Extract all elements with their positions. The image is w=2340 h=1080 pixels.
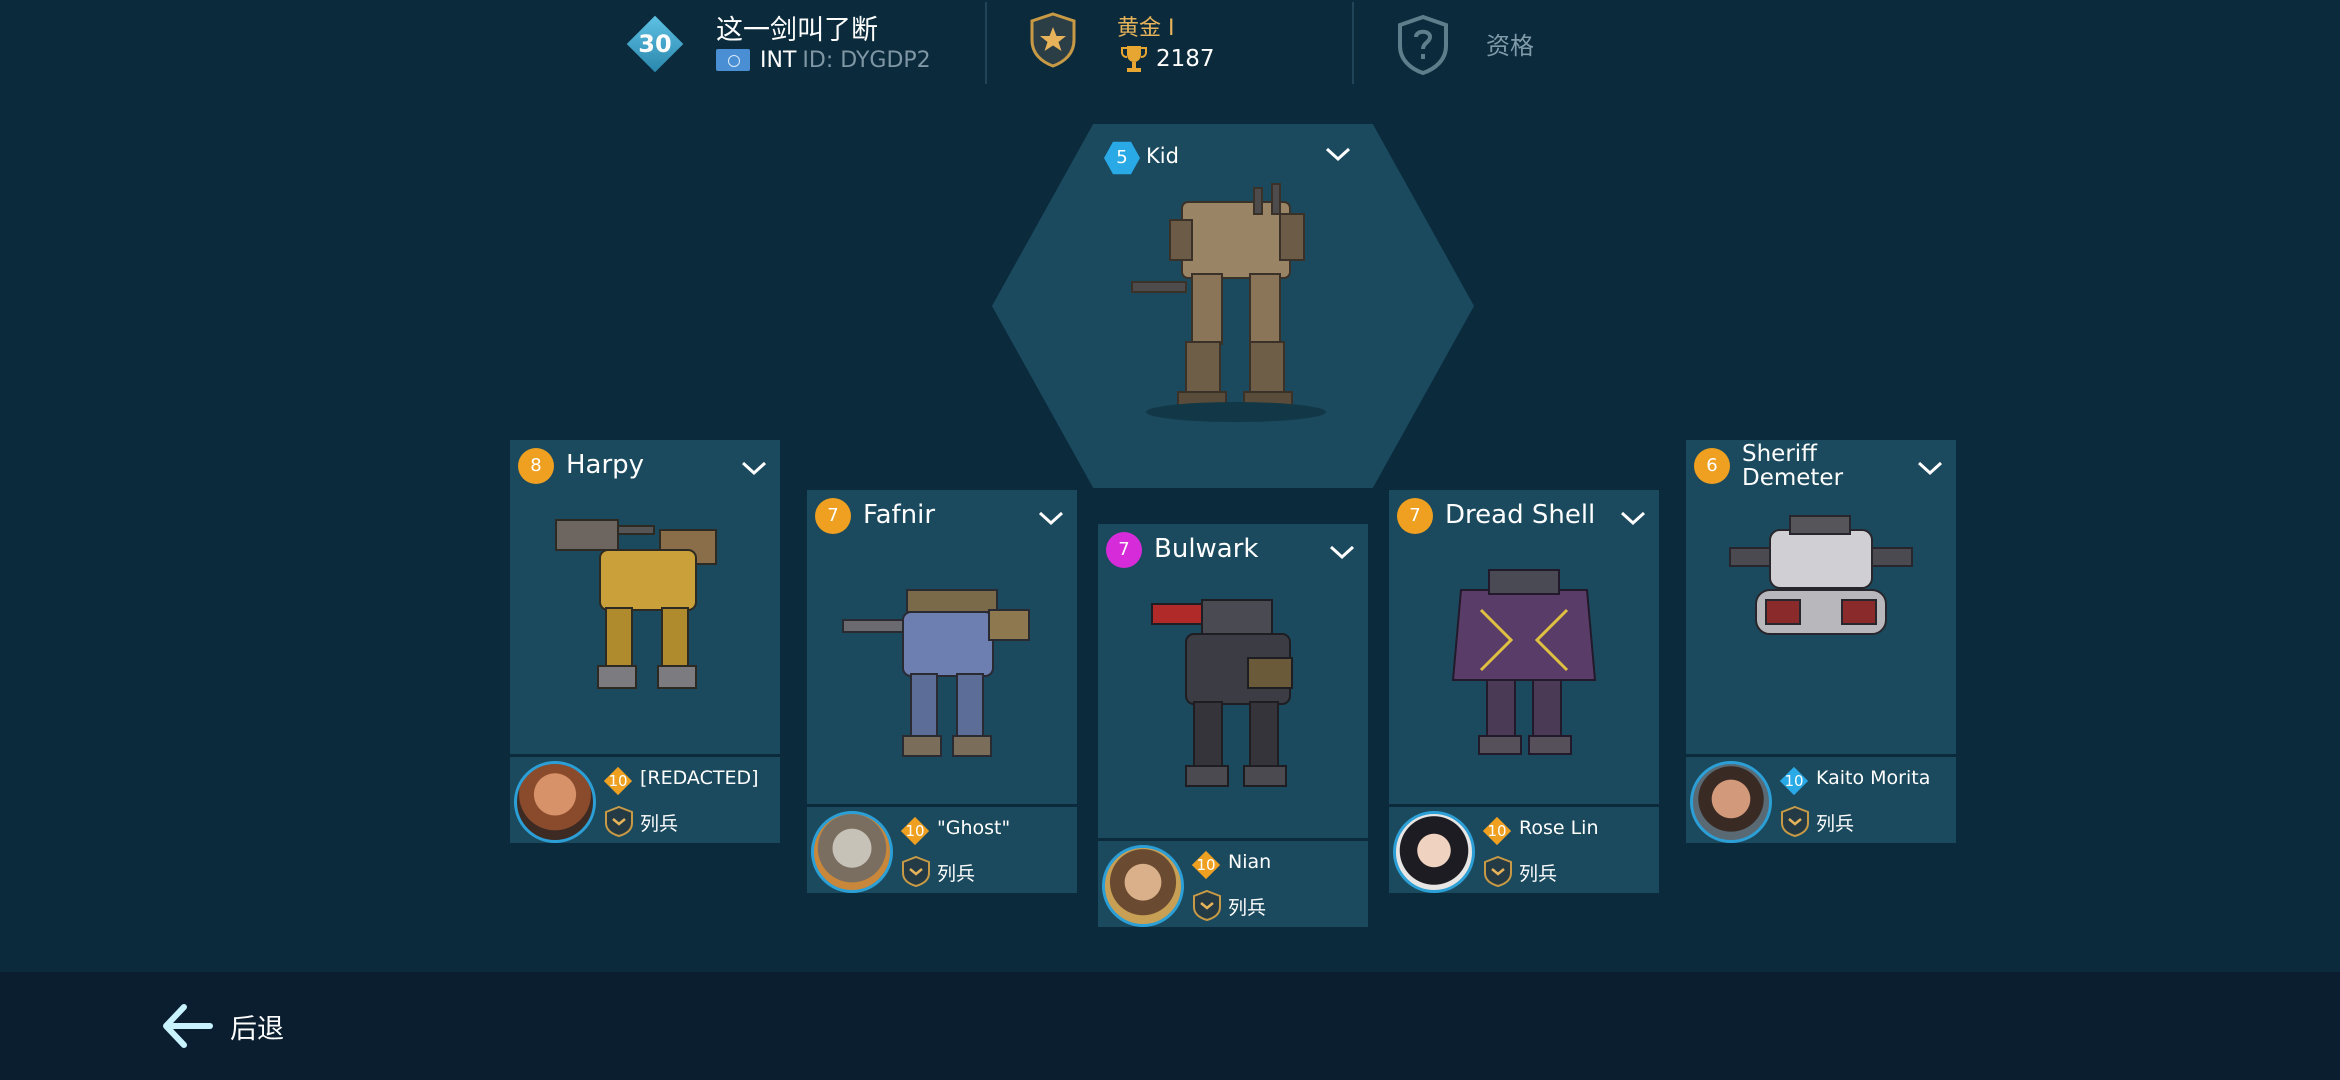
robot-level-badge: 7 [1397,498,1433,534]
trophy-count-row: 2187 [1120,44,1215,74]
robot-level-badge: 6 [1694,448,1730,484]
chevron-down-icon[interactable] [740,458,768,478]
robot-fafnir-image [842,589,1030,757]
robot-level-badge: 7 [1106,532,1142,568]
header-divider [985,2,987,84]
footer-bar: 后退 [0,972,2340,1080]
robot-card-sheriff-demeter[interactable]: 6 Sheriff Demeter 10 Kaito Morita 列兵 [1686,440,1956,843]
pilot-avatar[interactable] [1102,845,1184,927]
pilot-rank: 列兵 [937,863,976,885]
top-robot-level-badge: 5 [1104,140,1140,176]
robot-panel[interactable]: 7 Bulwark [1098,524,1368,838]
pilot-name: Kaito Morita [1816,767,1931,789]
chevron-down-icon[interactable] [1916,458,1944,478]
robot-card-harpy[interactable]: 8 Harpy 10 [REDACTED] 列兵 [510,440,780,843]
chevron-down-icon[interactable] [1619,508,1647,528]
player-level-badge: 30 [626,15,684,73]
chevron-down-icon[interactable] [1328,542,1356,562]
robot-level: 7 [1118,539,1130,560]
robot-card-dread-shell[interactable]: 7 Dread Shell 10 Rose Lin 列兵 [1389,490,1659,893]
robot-panel[interactable]: 8 Harpy [510,440,780,754]
pilot-level: 10 [1196,856,1216,874]
robot-level: 7 [827,505,839,526]
top-robot-slot[interactable] [992,124,1474,488]
rank-chevron-icon [1193,889,1221,921]
pilot-name: [REDACTED] [640,767,759,789]
robot-card-bulwark[interactable]: 7 Bulwark 10 Nian 列兵 [1098,524,1368,927]
rank-chevron-icon [1781,805,1809,837]
robot-level-badge: 8 [518,448,554,484]
pilot-panel[interactable]: 10 "Ghost" 列兵 [807,807,1077,893]
pilot-name: Rose Lin [1519,817,1599,839]
player-header: 30 这一剑叫了断 INT ID: DYGDP2 黄金 I 2187 资格 [0,0,2340,90]
player-level: 30 [638,30,672,58]
robot-level-badge: 7 [815,498,851,534]
robot-name: Dread Shell [1445,500,1596,530]
pilot-rank: 列兵 [1816,813,1855,835]
flag-icon [716,49,750,71]
pilot-level-badge: 10 [1481,815,1513,847]
top-robot-name: Kid [1146,144,1179,168]
robot-panel[interactable]: 6 Sheriff Demeter [1686,440,1956,754]
robot-panel[interactable]: 7 Dread Shell [1389,490,1659,804]
robot-name: Sheriff Demeter [1742,441,1844,491]
back-button[interactable]: 后退 [158,998,284,1054]
chevron-down-icon[interactable] [1037,508,1065,528]
player-id: ID: DYGDP2 [802,47,931,73]
pilot-rank: 列兵 [640,813,679,835]
robot-level: 7 [1409,505,1421,526]
robot-dread-shell-image [1451,569,1597,755]
pilot-level: 10 [905,822,925,840]
league-name: 黄金 I [1117,16,1175,41]
pilot-level-badge: 10 [602,765,634,797]
trophy-count: 2187 [1156,46,1215,72]
robot-level: 8 [530,455,542,476]
qualification-label: 资格 [1486,32,1534,60]
player-region: INT [760,47,797,73]
player-name[interactable]: 这一剑叫了断 [716,8,878,47]
robot-harpy-image [555,519,717,689]
robot-kid-image [1131,183,1326,422]
robot-bulwark-image [1151,599,1293,787]
robot-name: Harpy [566,450,645,480]
pilot-avatar[interactable] [1690,761,1772,843]
player-region-row: INT ID: DYGDP2 [716,46,931,74]
pilot-avatar[interactable] [1393,811,1475,893]
top-robot-level: 5 [1116,147,1128,168]
pilot-name: Nian [1228,851,1272,873]
robot-name: Bulwark [1154,534,1259,564]
pilot-level-badge: 10 [1190,849,1222,881]
pilot-panel[interactable]: 10 Nian 列兵 [1098,841,1368,927]
chevron-down-icon[interactable] [1324,144,1352,164]
robot-name: Fafnir [863,500,936,530]
pilot-level: 10 [608,772,628,790]
pilot-level-badge: 10 [899,815,931,847]
robot-card-fafnir[interactable]: 7 Fafnir 10 "Ghost" 列兵 [807,490,1077,893]
pilot-avatar[interactable] [514,761,596,843]
rank-chevron-icon [605,805,633,837]
pilot-level: 10 [1487,822,1507,840]
back-label: 后退 [230,1013,284,1045]
pilot-level: 10 [1784,772,1804,790]
trophy-icon [1121,46,1147,72]
pilot-panel[interactable]: 10 Kaito Morita 列兵 [1686,757,1956,843]
rank-chevron-icon [1484,855,1512,887]
robot-panel[interactable]: 7 Fafnir [807,490,1077,804]
back-arrow-icon[interactable] [158,1001,214,1051]
pilot-panel[interactable]: 10 Rose Lin 列兵 [1389,807,1659,893]
rank-chevron-icon [902,855,930,887]
pilot-level-badge: 10 [1778,765,1810,797]
pilot-name: "Ghost" [937,817,1011,839]
league-shield-icon[interactable] [1030,12,1076,68]
header-divider [1352,2,1354,84]
pilot-rank: 列兵 [1228,897,1267,919]
robot-sheriff-demeter-image [1729,515,1913,635]
pilot-rank: 列兵 [1519,863,1558,885]
robot-level: 6 [1706,455,1718,476]
pilot-avatar[interactable] [811,811,893,893]
qualification-icon[interactable] [1396,14,1450,76]
pilot-panel[interactable]: 10 [REDACTED] 列兵 [510,757,780,843]
